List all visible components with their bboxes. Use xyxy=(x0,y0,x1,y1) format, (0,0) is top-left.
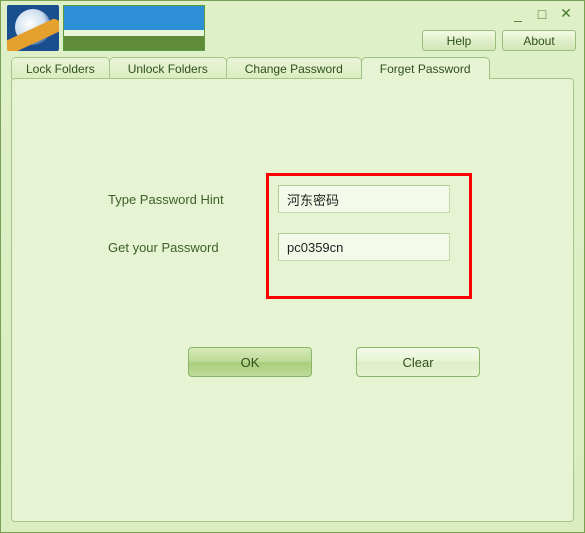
app-logo-icon xyxy=(7,5,59,51)
label-get-password: Get your Password xyxy=(108,240,278,255)
titlebar: _ □ ✕ Help About xyxy=(1,1,584,51)
minimize-icon[interactable]: _ xyxy=(510,6,526,22)
close-icon[interactable]: ✕ xyxy=(558,5,574,22)
tab-forget-password[interactable]: Forget Password xyxy=(361,57,490,79)
about-button[interactable]: About xyxy=(502,30,576,51)
clear-button[interactable]: Clear xyxy=(356,347,480,377)
input-get-password[interactable] xyxy=(278,233,450,261)
logo-area xyxy=(5,3,207,53)
maximize-icon[interactable]: □ xyxy=(534,6,550,22)
tab-unlock-folders[interactable]: Unlock Folders xyxy=(109,57,227,79)
row-get-password: Get your Password xyxy=(108,233,450,261)
ok-button[interactable]: OK xyxy=(188,347,312,377)
window-controls: _ □ ✕ Help About xyxy=(422,3,580,51)
input-password-hint[interactable] xyxy=(278,185,450,213)
logo-banner xyxy=(63,5,205,51)
tab-content: Type Password Hint Get your Password OK … xyxy=(11,78,574,522)
tab-lock-folders[interactable]: Lock Folders xyxy=(11,57,110,79)
button-row: OK Clear xyxy=(188,347,480,377)
row-password-hint: Type Password Hint xyxy=(108,185,450,213)
app-window: _ □ ✕ Help About Lock Folders Unlock Fol… xyxy=(0,0,585,533)
tab-change-password[interactable]: Change Password xyxy=(226,57,362,79)
form-area: Type Password Hint Get your Password xyxy=(108,185,450,281)
tabstrip: Lock Folders Unlock Folders Change Passw… xyxy=(1,55,584,79)
help-button[interactable]: Help xyxy=(422,30,496,51)
label-password-hint: Type Password Hint xyxy=(108,192,278,207)
